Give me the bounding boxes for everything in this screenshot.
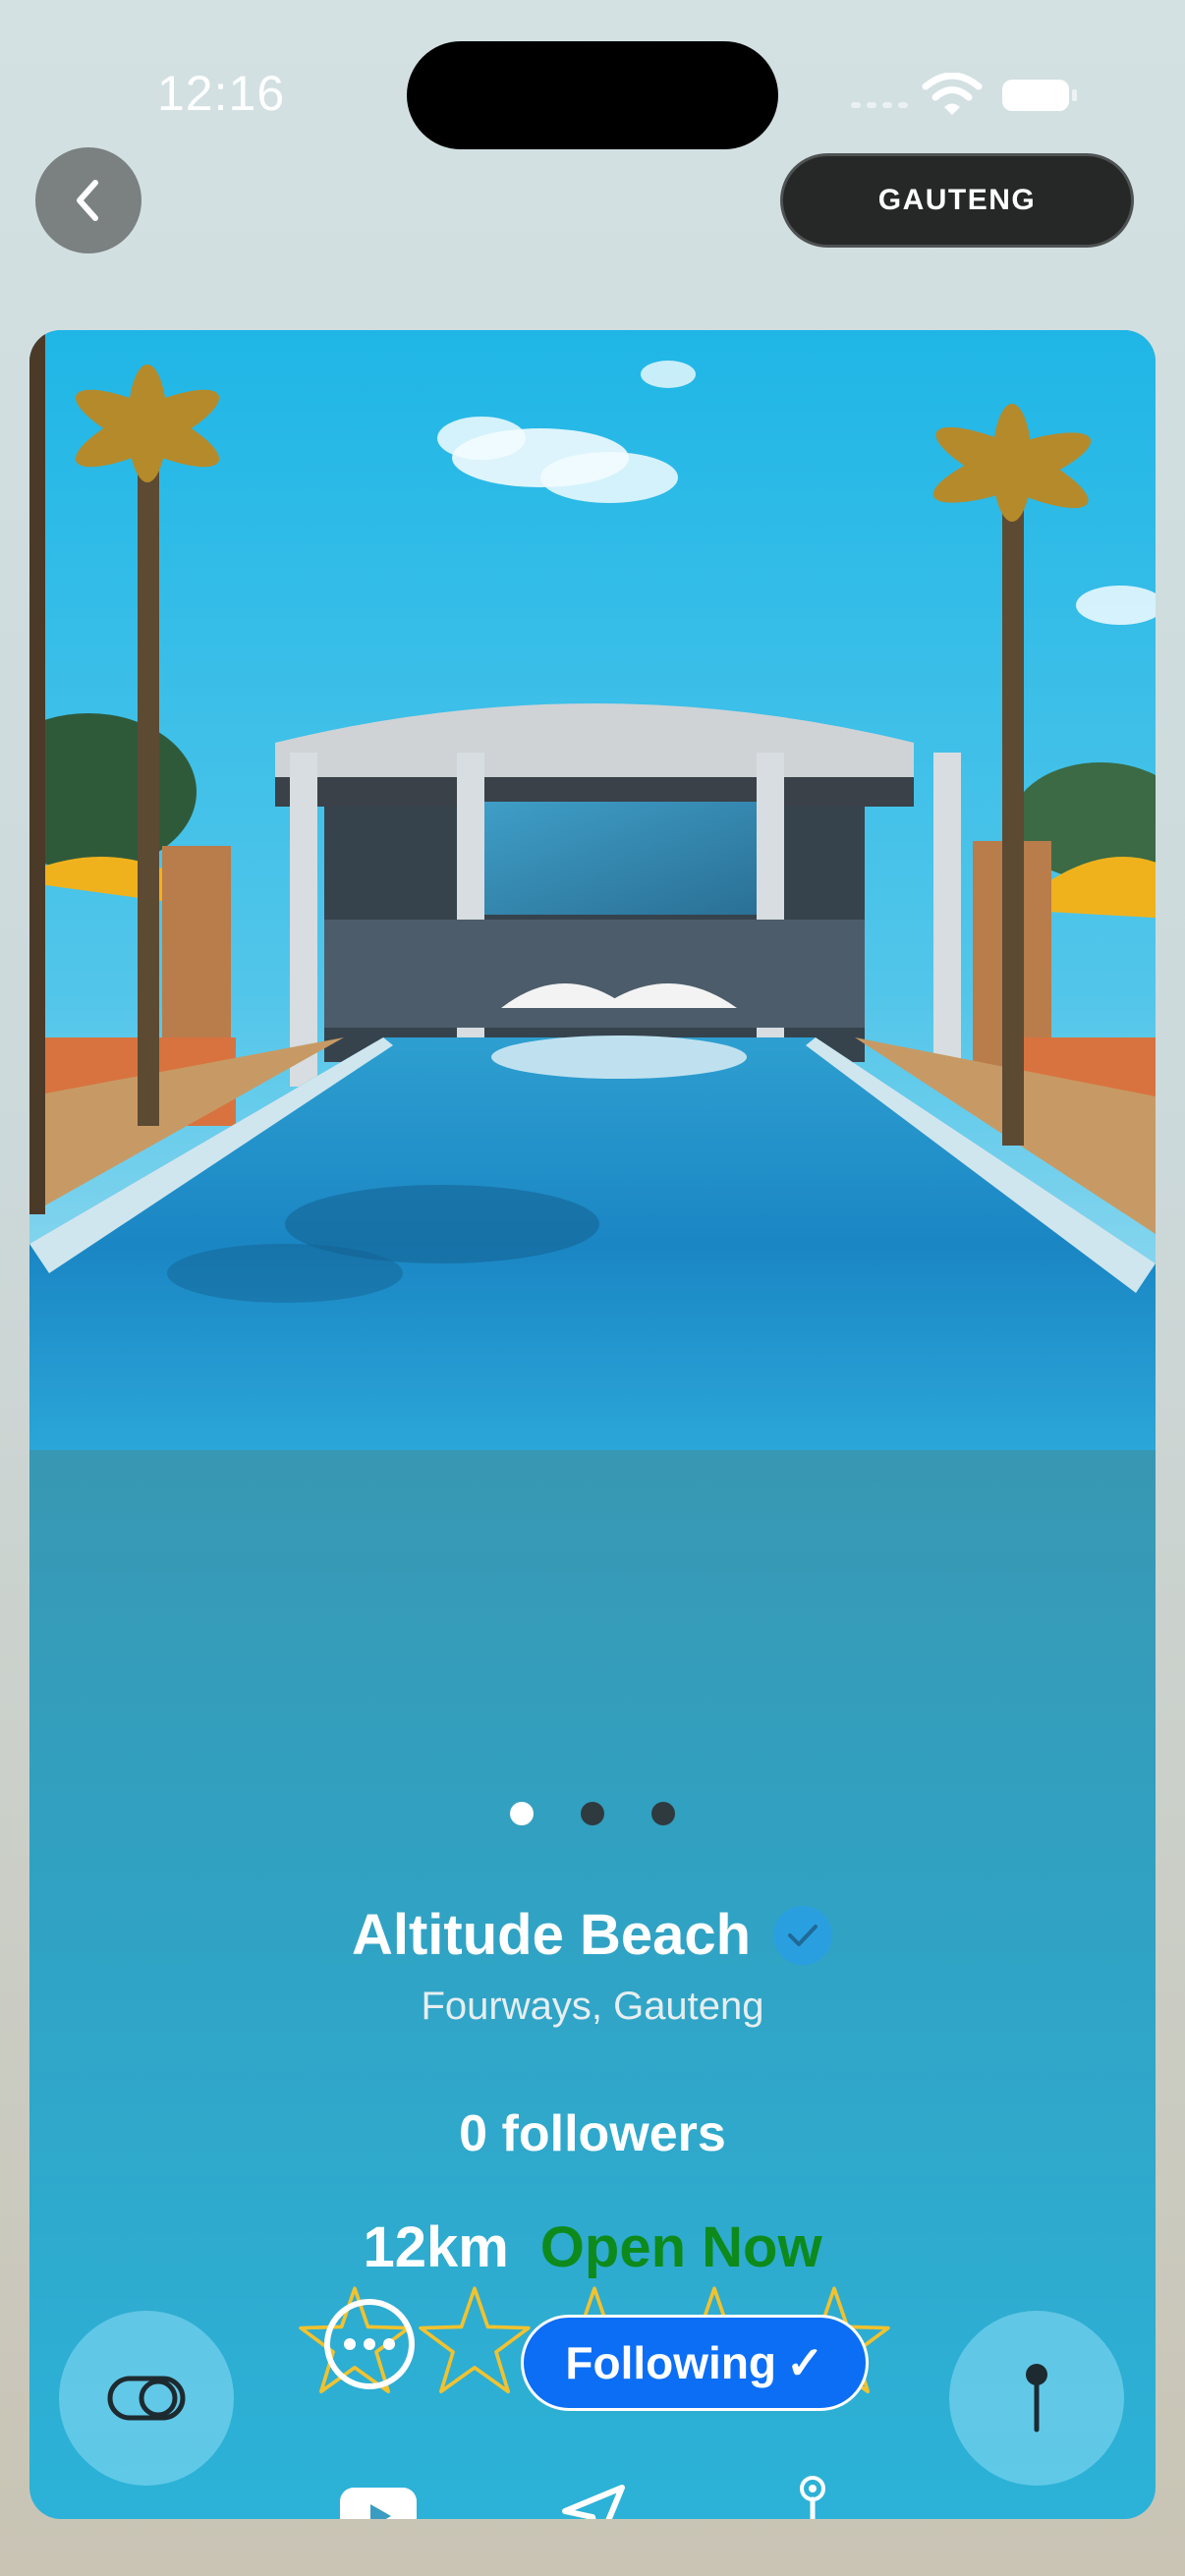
following-label: Following [565, 2337, 777, 2388]
checkmark-icon: ✓ [786, 2337, 824, 2388]
distance-status-row: 12km Open Now [29, 2214, 1156, 2280]
toggle-view-button[interactable] [59, 2311, 234, 2486]
navigation-arrow-icon [562, 2485, 625, 2519]
toggle-icon [107, 2376, 186, 2421]
photo-carousel-indicator[interactable] [29, 1802, 1156, 1825]
youtube-icon [340, 2488, 417, 2519]
dynamic-island [407, 41, 778, 149]
battery-icon [1002, 80, 1077, 111]
pushpin-icon [1026, 2364, 1047, 2433]
map-pin-icon [800, 2476, 825, 2519]
ellipsis-icon [344, 2338, 395, 2350]
followers-count: 0 followers [459, 2105, 726, 2162]
region-selector-button[interactable]: GAUTENG [780, 153, 1134, 248]
wifi-icon [922, 73, 983, 115]
venue-location: Fourways, Gauteng [421, 1985, 764, 2028]
chevron-left-icon [77, 180, 98, 221]
pin-button[interactable] [949, 2311, 1124, 2486]
map-pin-button[interactable] [768, 2472, 857, 2519]
venue-name: Altitude Beach [351, 1903, 752, 1967]
venue-distance: 12km [363, 2215, 509, 2279]
back-button[interactable] [35, 147, 141, 253]
star-icon[interactable] [415, 2281, 535, 2401]
venue-card: Altitude Beach Fourways, Gauteng 0 follo… [29, 330, 1156, 2519]
more-options-button[interactable] [324, 2299, 415, 2389]
status-time: 12:16 [157, 66, 286, 121]
verified-badge-icon [773, 1905, 833, 1965]
venue-photo[interactable] [29, 330, 1156, 1450]
youtube-button[interactable] [334, 2472, 423, 2519]
carousel-dot[interactable] [581, 1802, 604, 1825]
following-button[interactable]: Following ✓ [521, 2315, 869, 2411]
venue-title-row: Altitude Beach [29, 1902, 1156, 1968]
cellular-signal-icon [851, 102, 908, 108]
directions-button[interactable] [549, 2472, 638, 2519]
carousel-dot[interactable] [651, 1802, 675, 1825]
open-status: Open Now [539, 2215, 822, 2279]
carousel-dot[interactable] [510, 1802, 534, 1825]
